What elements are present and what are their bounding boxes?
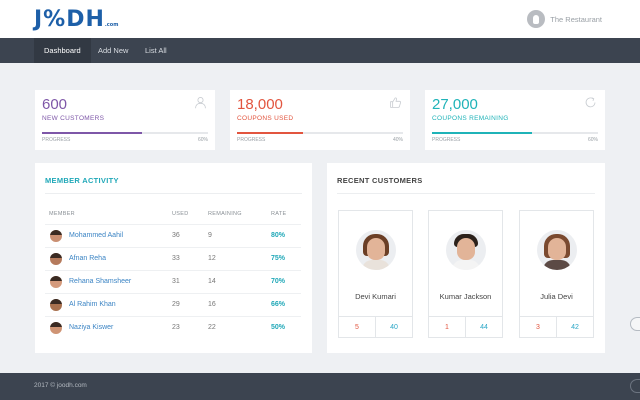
member-name-link[interactable]: Al Rahim Khan [69,301,116,308]
member-name-link[interactable]: Rehana Shamsheer [69,278,131,285]
customer-stat-left[interactable]: 3 [520,317,557,337]
divider [45,193,302,194]
member-remaining: 9 [208,232,212,239]
column-header-rate: RATE [271,211,287,217]
customer-card[interactable]: Kumar Jackson 1 44 [428,210,503,338]
member-remaining: 14 [208,278,216,285]
stat-card-new-customers: 600 NEW CUSTOMERS PROGRESS 60% [35,90,215,150]
member-name-link[interactable]: Mohammed Aahil [69,232,123,239]
progress-label: PROGRESS [237,137,266,143]
progress-fill [42,132,142,134]
customer-name: Devi Kumari [355,292,396,301]
table-row[interactable]: Al Rahim Khan 29 16 66% [45,293,301,316]
member-name-link[interactable]: Naziya Kiswer [69,324,113,331]
member-used: 23 [172,324,180,331]
customer-name: Kumar Jackson [439,292,492,301]
member-rate: 50% [271,324,286,331]
progress-percent: 60% [587,137,598,143]
side-scroll-handle[interactable] [630,317,640,331]
thumbs-up-icon [390,97,402,108]
avatar [50,253,62,265]
member-used: 36 [172,232,180,239]
panel-title: MEMBER ACTIVITY [45,176,119,185]
table-row[interactable]: Rehana Shamsheer 31 14 70% [45,270,301,293]
member-remaining: 16 [208,301,216,308]
footer-scroll-handle[interactable] [630,379,640,393]
user-icon [195,97,206,109]
customer-stat-right[interactable]: 42 [557,317,593,337]
stat-value: 27,000 [432,96,478,113]
member-rate: 75% [271,255,286,262]
customer-card[interactable]: Devi Kumari 5 40 [338,210,413,338]
table-row[interactable]: Naziya Kiswer 23 22 50% [45,316,301,339]
user-menu[interactable]: The Restaurant [527,10,602,28]
progress-percent: 40% [392,137,403,143]
member-rate: 80% [271,232,286,239]
progress-percent: 60% [197,137,208,143]
customer-stat-right[interactable]: 40 [376,317,412,337]
member-rate: 70% [271,278,286,285]
progress-fill [237,132,304,134]
stat-label: COUPONS USED [237,115,294,122]
member-used: 33 [172,255,180,262]
progress-label: PROGRESS [432,137,461,143]
stat-label: COUPONS REMAINING [432,115,509,122]
customer-stat-left[interactable]: 1 [429,317,466,337]
column-header-used: USED [172,211,189,217]
customer-stat-right[interactable]: 44 [466,317,502,337]
footer-copyright: 2017 © joodh.com [34,382,87,389]
footer: 2017 © joodh.com [0,373,640,400]
member-rate: 66% [271,301,286,308]
customer-photo [446,230,486,270]
progress-track [42,132,208,134]
member-remaining: 22 [208,324,216,331]
user-name: The Restaurant [550,14,602,24]
user-avatar-icon [527,10,546,28]
customer-stat-left[interactable]: 5 [339,317,376,337]
top-header: J%DH.com The Restaurant [0,0,640,38]
member-name-link[interactable]: Afnan Reha [69,255,106,262]
stat-card-coupons-used: 18,000 COUPONS USED PROGRESS 40% [230,90,410,150]
nav-add-new[interactable]: Add New [88,38,138,63]
table-row[interactable]: Mohammed Aahil 36 9 80% [45,224,301,247]
stat-card-coupons-remaining: 27,000 COUPONS REMAINING PROGRESS 60% [425,90,605,150]
customer-name: Julia Devi [540,292,573,301]
member-used: 29 [172,301,180,308]
logo-text: J%DH [34,7,105,32]
member-remaining: 12 [208,255,216,262]
avatar [50,322,62,334]
divider [337,193,595,194]
stat-label: NEW CUSTOMERS [42,115,105,122]
panel-title: RECENT CUSTOMERS [337,176,423,185]
stat-value: 600 [42,96,68,113]
avatar [50,276,62,288]
progress-track [432,132,598,134]
nav-list-all[interactable]: List All [135,38,177,63]
customer-photo [356,230,396,270]
table-row[interactable]: Afnan Reha 33 12 75% [45,247,301,270]
logo[interactable]: J%DH.com [34,7,118,32]
avatar [50,299,62,311]
column-header-remaining: REMAINING [208,211,242,217]
customer-photo [537,230,577,270]
customer-card[interactable]: Julia Devi 3 42 [519,210,594,338]
nav-dashboard[interactable]: Dashboard [34,38,91,63]
logo-sub: .com [104,22,119,28]
stat-value: 18,000 [237,96,283,113]
member-used: 31 [172,278,180,285]
progress-fill [432,132,532,134]
customer-stats: 3 42 [520,316,593,337]
refresh-icon [585,97,596,108]
main-nav: Dashboard Add New List All [0,38,640,63]
progress-track [237,132,403,134]
customer-stats: 1 44 [429,316,502,337]
avatar [50,230,62,242]
progress-label: PROGRESS [42,137,71,143]
column-header-member: MEMBER [49,211,75,217]
customer-stats: 5 40 [339,316,412,337]
